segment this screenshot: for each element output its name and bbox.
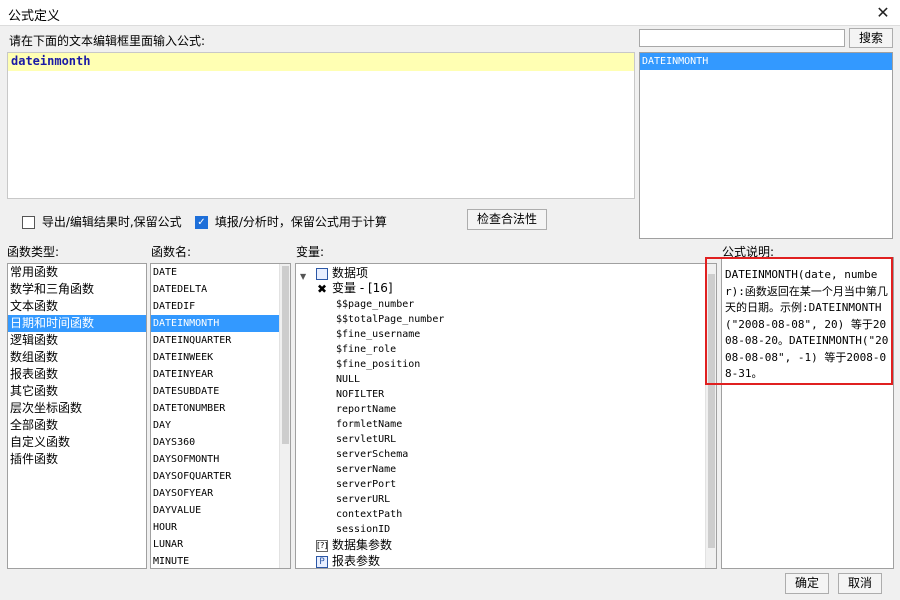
- keep-formula-export-checkbox[interactable]: 导出/编辑结果时,保留公式: [22, 213, 182, 230]
- function-item[interactable]: HOUR: [151, 519, 281, 536]
- category-item[interactable]: 日期和时间函数: [8, 315, 146, 332]
- function-item[interactable]: DATEINMONTH: [151, 315, 281, 332]
- variable-item[interactable]: contextPath: [336, 507, 706, 522]
- function-item[interactable]: DATEDELTA: [151, 281, 281, 298]
- variable-item[interactable]: $fine_role: [336, 342, 706, 357]
- tree-node-data-item[interactable]: 数据项: [316, 266, 706, 281]
- variable-item[interactable]: reportName: [336, 402, 706, 417]
- category-item[interactable]: 其它函数: [8, 383, 146, 400]
- variable-item[interactable]: sessionID: [336, 522, 706, 537]
- variable-item[interactable]: NOFILTER: [336, 387, 706, 402]
- keep-formula-export-label: 导出/编辑结果时,保留公式: [41, 215, 182, 229]
- variable-item[interactable]: serverSchema: [336, 447, 706, 462]
- chevron-down-icon[interactable]: ▼: [300, 269, 306, 284]
- category-item[interactable]: 常用函数: [8, 264, 146, 281]
- category-item[interactable]: 逻辑函数: [8, 332, 146, 349]
- function-item[interactable]: DATEINYEAR: [151, 366, 281, 383]
- variable-label: 变量:: [296, 245, 325, 259]
- function-item[interactable]: DAYSOFYEAR: [151, 485, 281, 502]
- variable-icon: ✖: [316, 282, 328, 296]
- tree-node-label: 数据项: [332, 266, 369, 280]
- function-list-scrollbar[interactable]: [279, 264, 290, 568]
- function-item[interactable]: DATE: [151, 264, 281, 281]
- function-item[interactable]: DATEINQUARTER: [151, 332, 281, 349]
- tree-node-label: 数据集参数: [332, 538, 393, 552]
- category-list[interactable]: 常用函数 数学和三角函数 文本函数 日期和时间函数 逻辑函数 数组函数 报表函数 其它函数 层次…: [7, 263, 147, 569]
- cancel-button[interactable]: 取消: [838, 573, 882, 594]
- title-bar: [0, 0, 900, 26]
- category-label: 函数类型:: [7, 245, 60, 259]
- variable-item[interactable]: NULL: [336, 372, 706, 387]
- keep-formula-fill-label: 填报/分析时，保留公式用于计算: [214, 215, 387, 229]
- variable-item[interactable]: $$page_number: [336, 297, 706, 312]
- search-result-item[interactable]: DATEINMONTH: [640, 53, 892, 70]
- function-item[interactable]: DAYSOFQUARTER: [151, 468, 281, 485]
- window-title: 公式定义: [8, 9, 61, 24]
- tree-node-label: 变量 - [16]: [332, 281, 393, 295]
- scrollbar-thumb[interactable]: [282, 266, 289, 444]
- formula-line[interactable]: dateinmonth: [8, 53, 634, 71]
- report-param-icon: P: [316, 556, 328, 568]
- search-button[interactable]: 搜索: [849, 28, 893, 48]
- category-item[interactable]: 数学和三角函数: [8, 281, 146, 298]
- category-item[interactable]: 报表函数: [8, 366, 146, 383]
- highlight-box: [705, 257, 893, 385]
- category-item[interactable]: 全部函数: [8, 417, 146, 434]
- function-label: 函数名:: [151, 245, 192, 259]
- search-input[interactable]: [639, 29, 845, 47]
- function-item[interactable]: DAYS360: [151, 434, 281, 451]
- function-list[interactable]: DATE DATEDELTA DATEDIF DATEINMONTH DATEINQUA…: [150, 263, 291, 569]
- category-item[interactable]: 自定义函数: [8, 434, 146, 451]
- tree-node-report-params[interactable]: P 报表参数: [316, 554, 706, 568]
- variable-item[interactable]: $fine_username: [336, 327, 706, 342]
- editor-label: 请在下面的文本编辑框里面输入公式:: [9, 34, 206, 48]
- tree-node-variables[interactable]: ▼ ✖ 变量 - [16]: [300, 272, 706, 297]
- function-item[interactable]: DATETONUMBER: [151, 400, 281, 417]
- function-item[interactable]: MINUTE: [151, 553, 281, 568]
- tree-node-dataset-params[interactable]: [?] 数据集参数: [316, 538, 706, 554]
- function-item[interactable]: DAYSOFMONTH: [151, 451, 281, 468]
- variable-tree[interactable]: 数据项 ▼ ✖ 变量 - [16] $$page_number $$totalPage…: [295, 263, 717, 569]
- tree-node-label: 报表参数: [332, 554, 381, 568]
- variable-item[interactable]: serverName: [336, 462, 706, 477]
- ok-button[interactable]: 确定: [785, 573, 829, 594]
- function-item[interactable]: DAYVALUE: [151, 502, 281, 519]
- variable-item[interactable]: serverPort: [336, 477, 706, 492]
- category-item[interactable]: 插件函数: [8, 451, 146, 468]
- function-item[interactable]: DATEINWEEK: [151, 349, 281, 366]
- function-item[interactable]: DATESUBDATE: [151, 383, 281, 400]
- checkbox-checked-icon[interactable]: ✓: [195, 216, 208, 229]
- validate-button[interactable]: 检查合法性: [467, 209, 547, 230]
- function-item[interactable]: LUNAR: [151, 536, 281, 553]
- variable-item[interactable]: serverURL: [336, 492, 706, 507]
- function-item[interactable]: DAY: [151, 417, 281, 434]
- category-item[interactable]: 文本函数: [8, 298, 146, 315]
- dataset-param-icon: [?]: [316, 540, 328, 552]
- search-results-list[interactable]: DATEINMONTH: [639, 52, 893, 239]
- category-item[interactable]: 数组函数: [8, 349, 146, 366]
- variable-item[interactable]: formletName: [336, 417, 706, 432]
- variable-item[interactable]: $fine_position: [336, 357, 706, 372]
- formula-editor[interactable]: dateinmonth: [7, 52, 635, 199]
- close-icon[interactable]: ✕: [872, 2, 894, 24]
- variable-item[interactable]: $$totalPage_number: [336, 312, 706, 327]
- checkbox-unchecked-icon[interactable]: [22, 216, 35, 229]
- variable-item[interactable]: servletURL: [336, 432, 706, 447]
- table-icon: [316, 268, 328, 280]
- function-item[interactable]: DATEDIF: [151, 298, 281, 315]
- keep-formula-fill-checkbox[interactable]: ✓ 填报/分析时，保留公式用于计算: [195, 213, 387, 230]
- category-item[interactable]: 层次坐标函数: [8, 400, 146, 417]
